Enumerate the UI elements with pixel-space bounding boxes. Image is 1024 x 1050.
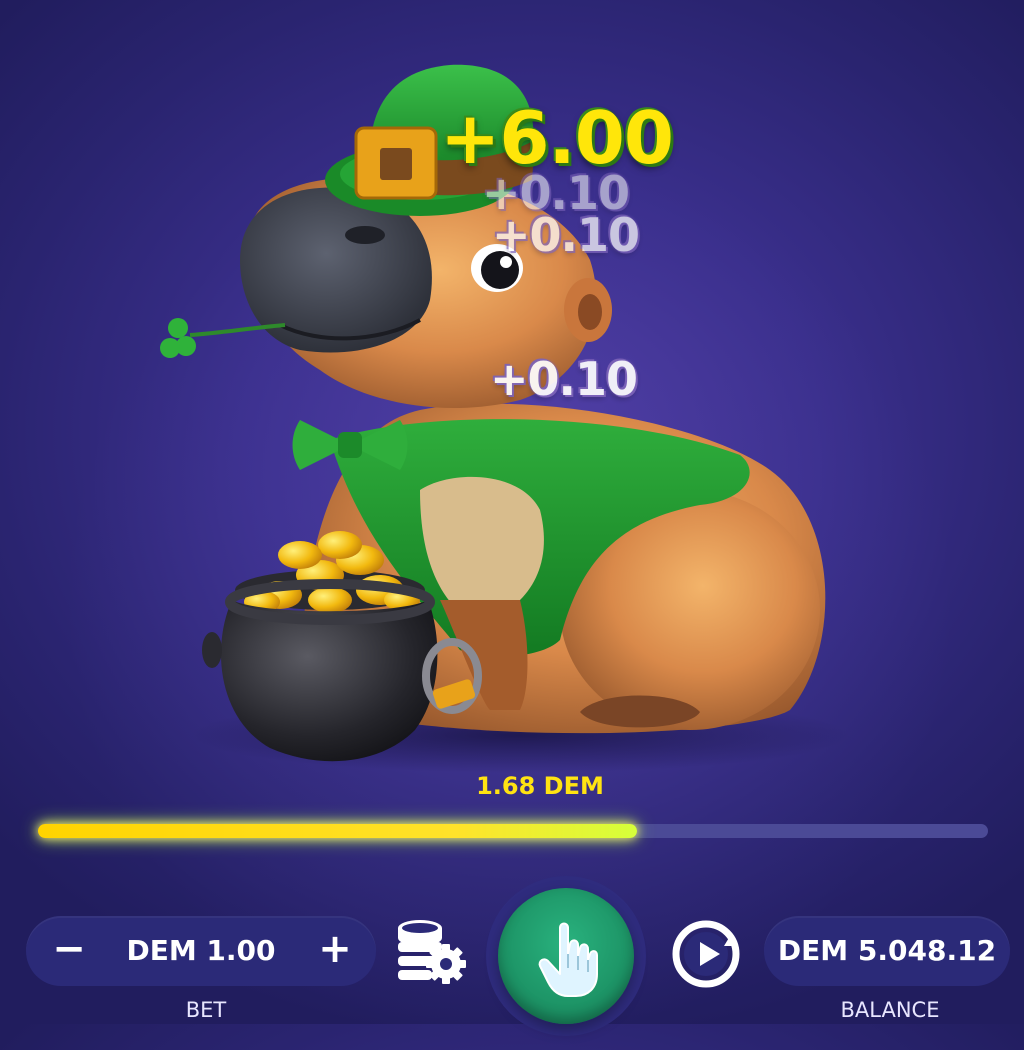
autoplay-icon[interactable] <box>668 916 744 992</box>
win-increment: +0.10 <box>490 352 638 406</box>
bet-label: BET <box>185 998 227 1022</box>
progress-fill <box>38 824 637 838</box>
balance-display: DEM 5.048.12 <box>764 916 1010 986</box>
tap-hand-icon <box>538 922 598 997</box>
bet-value: DEM 1.00 <box>126 934 276 967</box>
play-button[interactable] <box>498 888 634 1024</box>
bet-control: − DEM 1.00 + <box>26 916 376 986</box>
progress-bar <box>38 824 988 838</box>
balance-label: BALANCE <box>840 998 940 1022</box>
bet-increase-button[interactable]: + <box>300 916 370 986</box>
coins-gear-icon[interactable] <box>392 912 468 988</box>
balance-value: DEM 5.048.12 <box>777 934 997 967</box>
progress-value: 1.68 DEM <box>476 772 604 800</box>
win-increment: +0.10 <box>492 208 640 262</box>
win-amount: +6.00 <box>440 96 674 180</box>
bet-decrease-button[interactable]: − <box>34 916 104 986</box>
